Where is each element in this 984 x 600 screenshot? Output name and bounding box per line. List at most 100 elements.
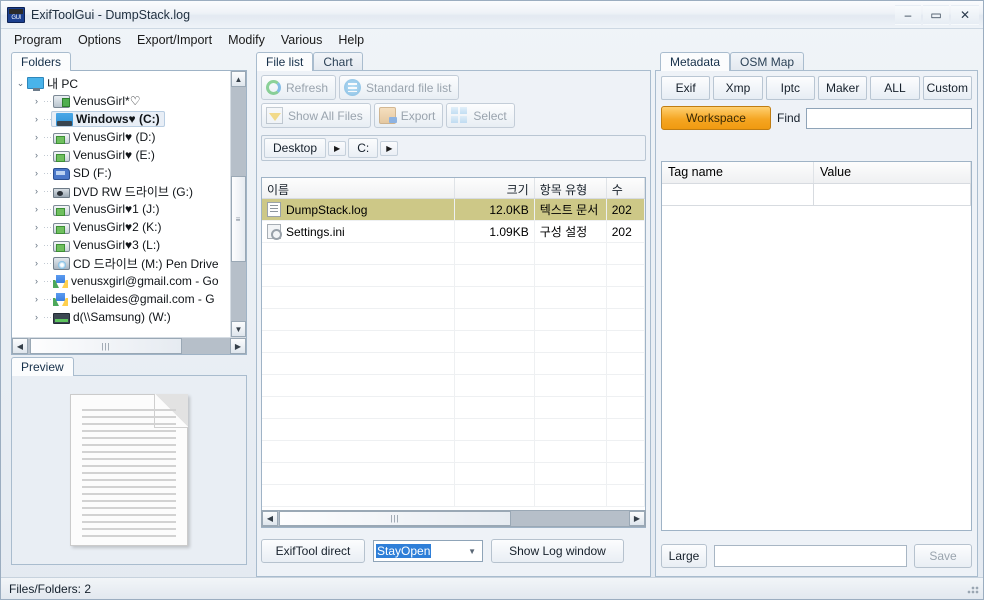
tab-iptc[interactable]: Iptc: [765, 76, 815, 100]
workspace-button[interactable]: Workspace: [661, 106, 771, 130]
tab-metadata[interactable]: Metadata: [660, 52, 731, 71]
scroll-left-icon[interactable]: ◀: [12, 338, 28, 354]
tree-item[interactable]: › ··· VenusGirl♥1 (J:): [14, 200, 230, 218]
resize-grip-icon[interactable]: [967, 584, 979, 596]
tree-item[interactable]: › ··· VenusGirl♥3 (L:): [14, 236, 230, 254]
column-header-type[interactable]: 항목 유형: [535, 178, 607, 198]
tree-vertical-scrollbar[interactable]: ▲ ≡ ▼: [230, 71, 246, 337]
metadata-grid[interactable]: Tag name Value: [661, 161, 972, 531]
refresh-button[interactable]: Refresh: [261, 75, 337, 100]
table-row-empty[interactable]: [262, 484, 645, 507]
close-icon[interactable]: ✕: [951, 4, 979, 25]
metadata-empty-row[interactable]: [662, 184, 971, 206]
breadcrumb-chevron-2-icon[interactable]: ▶: [380, 140, 399, 156]
metadata-value-input[interactable]: [714, 545, 907, 567]
tab-osm-map[interactable]: OSM Map: [730, 52, 805, 71]
scroll-thumb[interactable]: ≡: [231, 176, 246, 262]
tree-expand-icon[interactable]: ›: [30, 276, 43, 286]
minimize-icon[interactable]: –: [895, 4, 921, 25]
large-button[interactable]: Large: [661, 544, 707, 568]
table-row-empty[interactable]: [262, 242, 645, 265]
show-log-window-button[interactable]: Show Log window: [491, 539, 624, 563]
tab-file-list[interactable]: File list: [256, 52, 314, 71]
tree-item[interactable]: › ··· VenusGirl♥2 (K:): [14, 218, 230, 236]
file-scroll-right-icon[interactable]: ▶: [629, 511, 645, 526]
tree-item[interactable]: › ··· VenusGirl♥ (D:): [14, 128, 230, 146]
hscroll-thumb[interactable]: |||: [30, 338, 182, 354]
menu-options[interactable]: Options: [71, 31, 128, 49]
tree-expand-icon[interactable]: ›: [30, 222, 43, 232]
file-hscroll-thumb[interactable]: |||: [279, 511, 511, 526]
maximize-icon[interactable]: ▭: [923, 4, 949, 25]
file-scroll-left-icon[interactable]: ◀: [262, 511, 278, 526]
menu-modify[interactable]: Modify: [221, 31, 272, 49]
tree-expand-icon[interactable]: ›: [30, 258, 43, 268]
menu-various[interactable]: Various: [274, 31, 329, 49]
breadcrumb-chevron-1-icon[interactable]: ▶: [328, 140, 347, 156]
tree-expand-icon[interactable]: ›: [30, 312, 43, 322]
tree-expand-icon[interactable]: ›: [30, 132, 43, 142]
scroll-up-icon[interactable]: ▲: [231, 71, 246, 87]
table-row-empty[interactable]: [262, 440, 645, 463]
file-list-hscrollbar[interactable]: ◀ ||| ▶: [261, 510, 646, 527]
show-all-files-button[interactable]: Show All Files: [261, 103, 371, 128]
export-button[interactable]: Export: [373, 103, 444, 128]
table-row-empty[interactable]: [262, 286, 645, 309]
tree-expand-icon[interactable]: ›: [30, 186, 43, 196]
tree-item[interactable]: › ··· VenusGirl*♡: [14, 92, 230, 110]
scroll-down-icon[interactable]: ▼: [231, 321, 246, 337]
tree-expand-icon[interactable]: ›: [30, 96, 43, 106]
column-header-size[interactable]: 크기: [455, 178, 535, 198]
breadcrumb-drive-c[interactable]: C:: [348, 138, 379, 158]
menu-help[interactable]: Help: [331, 31, 371, 49]
tree-horizontal-scrollbar[interactable]: ◀ ||| ▶: [12, 337, 246, 354]
tree-item[interactable]: › ··· bellelaides@gmail.com - G: [14, 290, 230, 308]
tab-xmp[interactable]: Xmp: [713, 76, 763, 100]
tree-item[interactable]: › ··· d(\\Samsung) (W:): [14, 308, 230, 326]
table-row-empty[interactable]: [262, 462, 645, 485]
tree-expand-icon[interactable]: ›: [30, 150, 43, 160]
column-header-value[interactable]: Value: [814, 162, 971, 183]
table-row[interactable]: Settings.ini 1.09KB 구성 설정 202: [262, 220, 645, 243]
tree-item[interactable]: › ··· Windows♥ (C:): [14, 110, 230, 128]
exiftool-direct-button[interactable]: ExifTool direct: [261, 539, 365, 563]
table-row-empty[interactable]: [262, 374, 645, 397]
tree-item[interactable]: › ··· VenusGirl♥ (E:): [14, 146, 230, 164]
tree-collapse-icon[interactable]: ⌄: [14, 78, 27, 89]
mode-combobox[interactable]: StayOpen ▼: [373, 540, 483, 562]
table-row-empty[interactable]: [262, 330, 645, 353]
tab-preview[interactable]: Preview: [11, 357, 74, 376]
tab-maker[interactable]: Maker: [817, 76, 868, 100]
file-list-grid[interactable]: 이름 크기 항목 유형 수 DumpStack.log 12.0KB 텍스트 문서 2…: [261, 177, 646, 528]
tree-expand-icon[interactable]: ›: [30, 114, 43, 124]
tree-item[interactable]: ⌄ 내 PC: [14, 74, 230, 92]
menu-export-import[interactable]: Export/Import: [130, 31, 219, 49]
breadcrumb-desktop[interactable]: Desktop: [264, 138, 327, 158]
column-header-name[interactable]: 이름: [262, 178, 456, 198]
tab-all[interactable]: ALL: [870, 76, 920, 100]
tree-expand-icon[interactable]: ›: [30, 294, 43, 304]
tab-custom[interactable]: Custom: [922, 76, 972, 100]
column-header-tag-name[interactable]: Tag name: [662, 162, 814, 183]
table-row-empty[interactable]: [262, 418, 645, 441]
tree-item[interactable]: › ··· DVD RW 드라이브 (G:): [14, 182, 230, 200]
table-row-empty[interactable]: [262, 396, 645, 419]
select-button[interactable]: Select: [446, 103, 515, 128]
menu-program[interactable]: Program: [7, 31, 69, 49]
folder-tree[interactable]: ⌄ 내 PC › ··· VenusGirl*♡ › ··· Windows♥ (C:) › ··…: [12, 71, 230, 337]
chevron-down-icon[interactable]: ▼: [468, 547, 476, 556]
save-button[interactable]: Save: [914, 544, 972, 568]
table-row[interactable]: DumpStack.log 12.0KB 텍스트 문서 202: [262, 198, 645, 221]
tab-folders[interactable]: Folders: [11, 52, 72, 71]
tree-item[interactable]: › ··· SD (F:): [14, 164, 230, 182]
find-input[interactable]: [806, 107, 972, 129]
table-row-empty[interactable]: [262, 352, 645, 375]
tree-expand-icon[interactable]: ›: [30, 204, 43, 214]
table-row-empty[interactable]: [262, 308, 645, 331]
tree-item[interactable]: › ··· CD 드라이브 (M:) Pen Drive: [14, 254, 230, 272]
tree-expand-icon[interactable]: ›: [30, 168, 43, 178]
tab-chart[interactable]: Chart: [313, 52, 363, 71]
tab-exif[interactable]: Exif: [661, 76, 711, 100]
scroll-right-icon[interactable]: ▶: [230, 338, 246, 354]
tree-expand-icon[interactable]: ›: [30, 240, 43, 250]
